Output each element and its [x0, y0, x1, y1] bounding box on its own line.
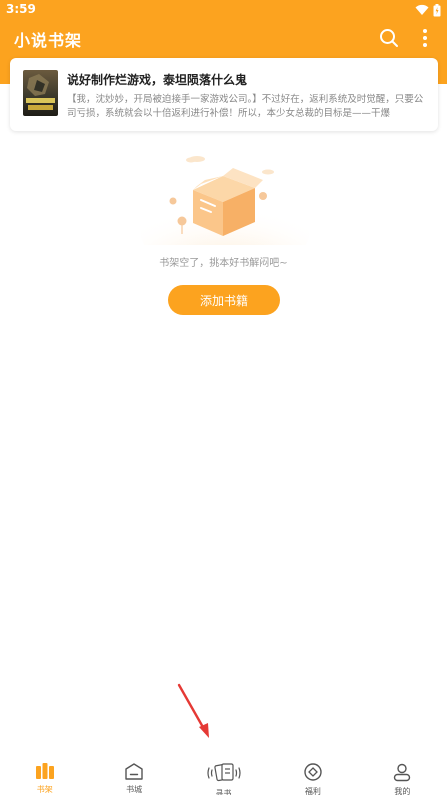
empty-box-illustration — [135, 150, 315, 278]
book-cover — [23, 70, 58, 116]
nav-item-find-book[interactable]: 寻书 — [179, 752, 268, 795]
nav-label-profile: 我的 — [394, 787, 411, 795]
battery-icon — [433, 3, 441, 16]
more-vertical-icon — [423, 29, 427, 47]
book-description: 【我，沈妙妙，开局被迫接手一家游戏公司。】不过好在，返利系统及时觉醒，只要公司亏… — [67, 94, 424, 119]
nav-label-bookstore: 书城 — [126, 785, 143, 794]
find-book-icon — [206, 762, 242, 784]
bookshelf-icon — [35, 762, 55, 780]
empty-shelf-message: 书架空了，挑本好书解闷吧~ — [159, 258, 288, 269]
add-book-button[interactable]: 添加书籍 — [168, 285, 280, 315]
nav-item-welfare[interactable]: 福利 — [268, 752, 357, 795]
app-bar: 小说书架 — [0, 20, 447, 56]
search-icon — [380, 29, 398, 47]
nav-item-bookstore[interactable]: 书城 — [89, 752, 178, 795]
status-bar: 3:59 — [0, 0, 447, 20]
nav-item-profile[interactable]: 我的 — [358, 752, 447, 795]
bookstore-icon — [124, 762, 144, 780]
wifi-icon — [415, 4, 429, 15]
nav-label-find-book: 寻书 — [215, 789, 232, 795]
nav-item-bookshelf[interactable]: 书架 — [0, 752, 89, 795]
status-icons — [415, 3, 441, 17]
nav-label-welfare: 福利 — [304, 787, 321, 795]
profile-icon — [392, 762, 412, 782]
welfare-icon — [303, 762, 323, 782]
nav-label-bookshelf: 书架 — [36, 785, 53, 794]
search-button[interactable] — [377, 26, 401, 50]
app-title: 小说书架 — [14, 31, 83, 50]
bottom-navigation: 书架 书城 寻书 福利 我的 — [0, 752, 447, 795]
book-title: 说好制作烂游戏，泰坦陨落什么鬼 — [67, 73, 248, 87]
recommended-book-card[interactable]: 说好制作烂游戏，泰坦陨落什么鬼 【我，沈妙妙，开局被迫接手一家游戏公司。】不过好… — [10, 58, 438, 131]
more-menu-button[interactable] — [417, 26, 433, 50]
annotation-arrow-icon — [177, 683, 209, 738]
status-time: 3:59 — [6, 2, 36, 16]
